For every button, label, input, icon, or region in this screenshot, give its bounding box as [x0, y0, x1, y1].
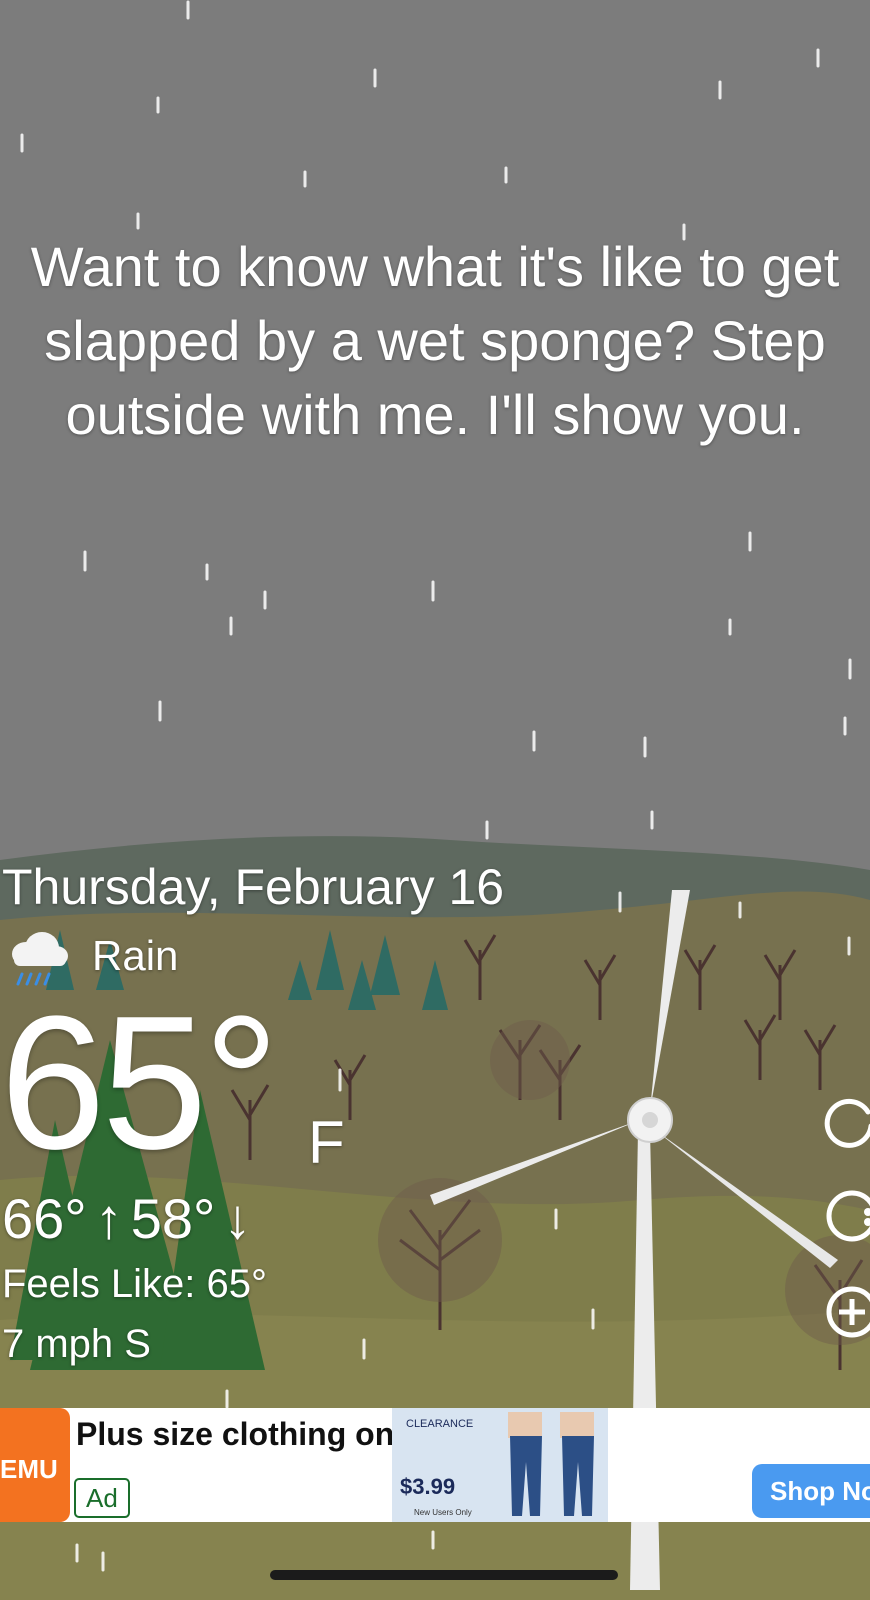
- current-temperature: 65°: [0, 977, 279, 1189]
- palette-icon[interactable]: [824, 1188, 870, 1244]
- arrow-down-icon: ↓: [223, 1187, 252, 1250]
- condition-label: Rain: [92, 932, 179, 979]
- low-temperature: 58°: [130, 1187, 216, 1250]
- high-low: 66° ↑ 58° ↓: [2, 1186, 259, 1251]
- ad-image-price: $3.99: [400, 1474, 456, 1499]
- home-indicator[interactable]: [270, 1570, 618, 1580]
- weather-quote: Want to know what it's like to get slapp…: [30, 235, 840, 446]
- jeans-model-image: [508, 1412, 594, 1516]
- arrow-up-icon: ↑: [94, 1187, 123, 1250]
- wind-speed: 7 mph S: [2, 1322, 151, 1366]
- high-temperature: 66°: [2, 1187, 87, 1250]
- refresh-icon[interactable]: [824, 1092, 870, 1148]
- ad-banner[interactable]: EMU Plus size clothing on sale Ad CLEARA…: [0, 1408, 870, 1522]
- ad-product-image[interactable]: CLEARANCE $3.99 New Users Only: [392, 1408, 608, 1522]
- shop-now-button[interactable]: Shop Now: [752, 1464, 870, 1518]
- ad-image-clearance: CLEARANCE: [406, 1418, 474, 1430]
- add-icon[interactable]: [824, 1284, 870, 1340]
- ad-image-note: New Users Only: [414, 1508, 472, 1517]
- feels-like: Feels Like: 65°: [2, 1262, 268, 1306]
- forecast-date: Thursday, February 16: [2, 859, 505, 915]
- temperature-unit: F: [308, 1109, 345, 1176]
- brand-logo-text: EMU: [0, 1454, 58, 1484]
- brand-logo[interactable]: EMU: [0, 1408, 70, 1522]
- ad-badge: Ad: [74, 1478, 130, 1518]
